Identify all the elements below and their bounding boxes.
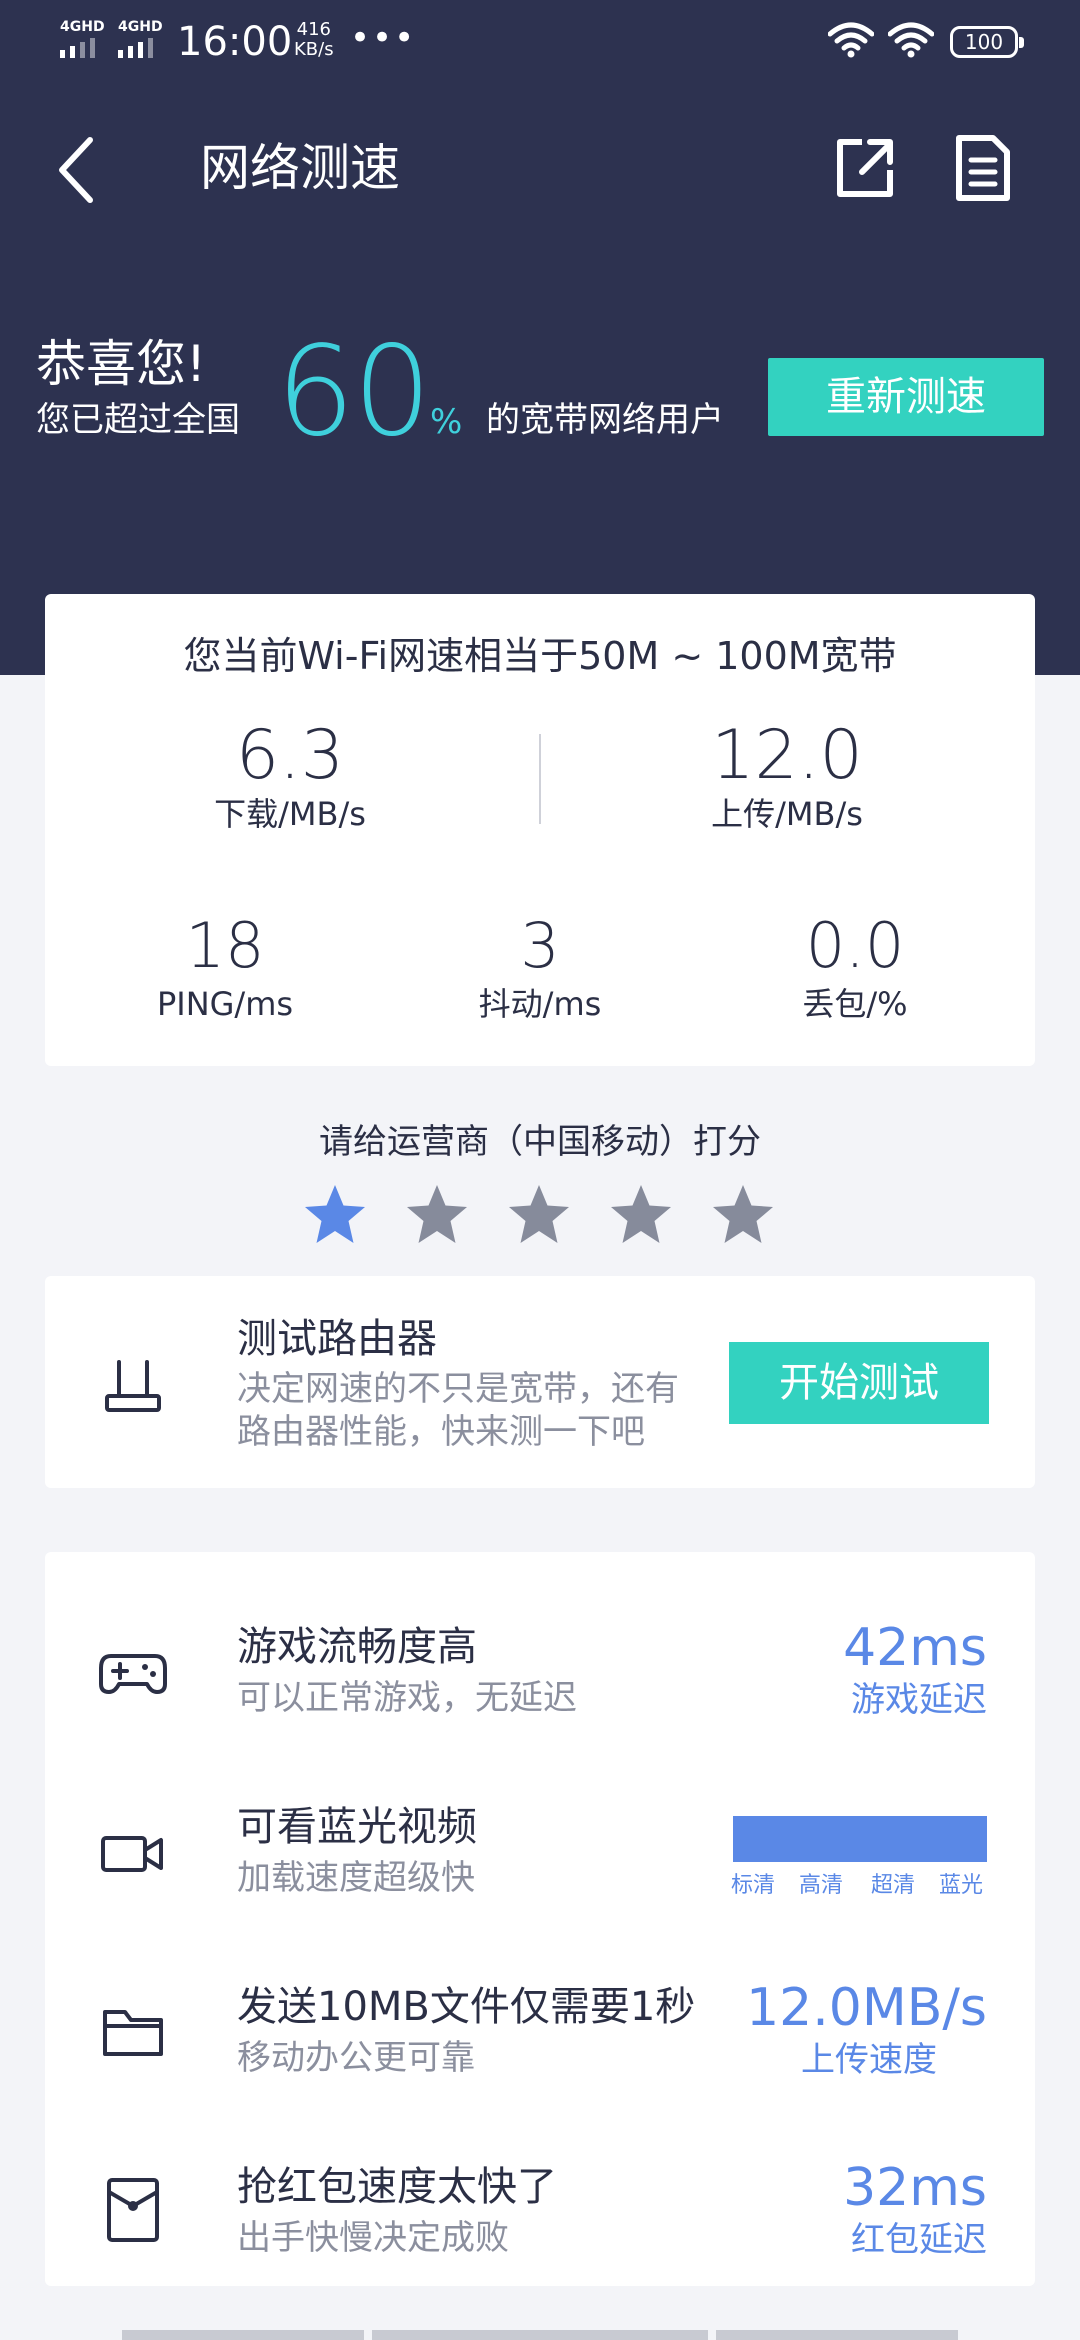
router-desc-line-2: 路由器性能，快来测一下吧 (237, 1412, 645, 1452)
signal-1-icon (60, 38, 104, 58)
router-description: 决定网速的不只是宽带，还有 路由器性能，快来测一下吧 (237, 1368, 737, 1454)
status-bar: 4GHD 4GHD 16:00 416 KB/s ••• 100 (0, 0, 1080, 90)
ping-metric: 18 PING/ms (105, 908, 345, 1024)
speed-result-card: 您当前Wi-Fi网速相当于50M ~ 100M宽带 6.3 下载/MB/s 12… (45, 594, 1035, 1066)
quality-label-sd: 标清 (731, 1873, 776, 1898)
start-test-button[interactable]: 开始测试 (729, 1342, 989, 1424)
signal-2-icon (118, 38, 162, 58)
feature-game-subtitle: 可以正常游戏，无延迟 (237, 1678, 577, 1718)
loss-metric: 0.0 丢包/% (735, 908, 975, 1024)
network-speed-value: 416 (296, 19, 331, 40)
page-title: 网络测速 (200, 139, 400, 197)
loss-value: 0.0 (805, 909, 905, 982)
upload-label: 上传/MB/s (711, 795, 863, 833)
bottom-tab-2[interactable] (372, 2330, 708, 2340)
download-value: 6.3 (235, 716, 345, 795)
download-label: 下载/MB/s (214, 795, 366, 833)
upload-speed-value: 12.0MB/s (746, 1978, 987, 2038)
feature-redpacket-title: 抢红包速度太快了 (237, 2164, 557, 2210)
redpacket-latency-label: 红包延迟 (851, 2220, 987, 2260)
congrats-suffix: 的宽带网络用户 (486, 400, 724, 440)
upload-speed-label: 上传速度 (801, 2040, 937, 2080)
feature-file-value: 12.0MB/s 上传速度 (746, 1978, 987, 2082)
router-title: 测试路由器 (237, 1316, 437, 1362)
result-summary: 您当前Wi-Fi网速相当于50M ~ 100M宽带 (183, 634, 897, 678)
loss-label: 丢包/% (802, 985, 908, 1023)
jitter-metric: 3 抖动/ms (420, 908, 660, 1024)
redpacket-latency-value: 32ms (843, 2158, 987, 2218)
bottom-tab-3[interactable] (716, 2330, 958, 2340)
congrats-prefix: 您已超过全国 (36, 400, 240, 440)
gamepad-icon (99, 1654, 167, 1694)
feature-redpacket: 抢红包速度太快了 出手快慢决定成败 32ms 红包延迟 (45, 2132, 1035, 2312)
quality-label-fhd: 超清 (871, 1873, 916, 1898)
feature-video-subtitle: 加载速度超级快 (237, 1858, 475, 1898)
feature-redpacket-subtitle: 出手快慢决定成败 (237, 2218, 509, 2258)
router-icon (105, 1360, 161, 1412)
feature-game-value: 42ms 游戏延迟 (843, 1618, 987, 1722)
document-icon[interactable] (955, 134, 1011, 202)
more-notifications-icon: ••• (350, 18, 417, 58)
share-icon[interactable] (832, 136, 896, 200)
network-type-2: 4GHD (118, 19, 163, 35)
game-latency-value: 42ms (843, 1618, 987, 1678)
percent-value: 60 (276, 320, 432, 464)
jitter-value: 3 (520, 909, 560, 982)
feature-redpacket-value: 32ms 红包延迟 (843, 2158, 987, 2262)
network-type-1: 4GHD (60, 19, 105, 35)
upload-metric: 12.0 上传/MB/s (637, 718, 937, 834)
percent-sign: % (430, 402, 463, 442)
feature-video-title: 可看蓝光视频 (237, 1804, 477, 1850)
jitter-label: 抖动/ms (478, 985, 602, 1023)
rating-star-2[interactable] (404, 1182, 470, 1248)
wifi-icon (828, 22, 874, 58)
router-test-card: 测试路由器 决定网速的不只是宽带，还有 路由器性能，快来测一下吧 开始测试 (45, 1276, 1035, 1488)
battery-icon: 100 (950, 26, 1024, 58)
upload-value: 12.0 (711, 716, 863, 795)
metric-divider (539, 734, 541, 824)
quality-label-hd: 高清 (799, 1873, 844, 1898)
congrats-title: 恭喜您! (36, 335, 207, 393)
bottom-tab-1[interactable] (122, 2330, 364, 2340)
features-card: 游戏流畅度高 可以正常游戏，无延迟 42ms 游戏延迟 可看蓝光视频 加载速度超… (45, 1552, 1035, 2286)
back-button[interactable] (50, 130, 110, 210)
video-camera-icon (101, 1836, 163, 1872)
rating-prompt: 请给运营商（中国移动）打分 (319, 1122, 761, 1162)
game-latency-label: 游戏延迟 (851, 1680, 987, 1720)
video-quality-bar (733, 1816, 987, 1862)
rating-star-5[interactable] (710, 1182, 776, 1248)
rating-stars (302, 1182, 782, 1252)
network-speed: 416 KB/s (294, 20, 334, 60)
download-metric: 6.3 下载/MB/s (140, 718, 440, 834)
feature-game: 游戏流畅度高 可以正常游戏，无延迟 42ms 游戏延迟 (45, 1592, 1035, 1772)
feature-file-subtitle: 移动办公更可靠 (237, 2038, 475, 2078)
clock: 16:00 (177, 19, 293, 65)
network-speed-unit: KB/s (294, 39, 334, 60)
ping-value: 18 (185, 909, 265, 982)
video-quality-fill (733, 1816, 987, 1862)
router-desc-line-1: 决定网速的不只是宽带，还有 (237, 1369, 679, 1409)
rating-star-1[interactable] (302, 1182, 368, 1248)
rating-star-4[interactable] (608, 1182, 674, 1248)
feature-file-title: 发送10MB文件仅需要1秒 (237, 1984, 696, 2030)
retest-button[interactable]: 重新测速 (768, 358, 1044, 436)
feature-file: 发送10MB文件仅需要1秒 移动办公更可靠 12.0MB/s 上传速度 (45, 1952, 1035, 2132)
feature-game-title: 游戏流畅度高 (237, 1624, 477, 1670)
red-packet-icon (107, 2178, 159, 2242)
feature-video: 可看蓝光视频 加载速度超级快 标清 高清 超清 蓝光 (45, 1772, 1035, 1952)
quality-label-bluray: 蓝光 (939, 1873, 984, 1898)
folder-icon (103, 2010, 163, 2056)
rating-star-3[interactable] (506, 1182, 572, 1248)
wifi-2-icon (888, 22, 934, 58)
ping-label: PING/ms (156, 985, 294, 1023)
